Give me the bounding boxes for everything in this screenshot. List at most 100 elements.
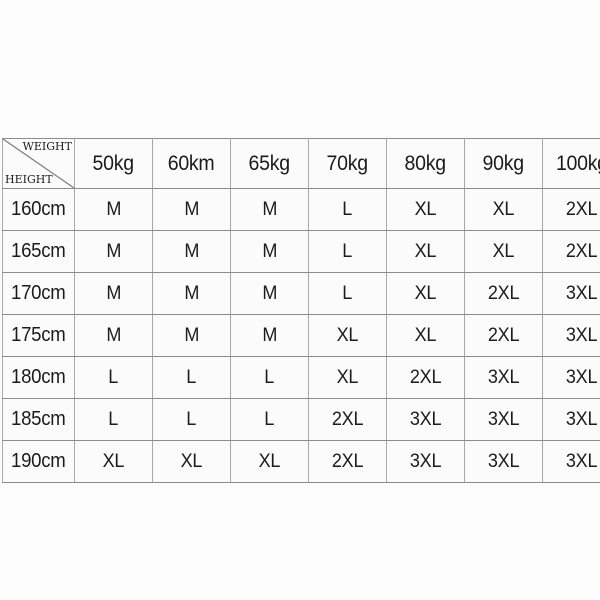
size-cell: M	[152, 314, 231, 357]
size-cell: L	[74, 398, 153, 441]
size-value: 2XL	[409, 366, 442, 388]
size-value: 3XL	[565, 450, 598, 472]
table-row: 185cm L L L 2XL 3XL 3XL 3XL	[2, 398, 600, 441]
size-value: M	[184, 282, 199, 304]
table-row: 180cm L L L XL 2XL 3XL 3XL	[2, 356, 600, 399]
size-value: XL	[414, 282, 437, 304]
size-value: 2XL	[487, 282, 520, 304]
size-value: 3XL	[565, 408, 598, 430]
table-row: 175cm M M M XL XL 2XL 3XL	[2, 314, 600, 357]
row-header-height: 180cm	[2, 356, 75, 399]
size-cell: XL	[386, 230, 465, 273]
size-value: L	[342, 282, 353, 304]
size-cell: 3XL	[542, 314, 600, 357]
size-value: XL	[180, 450, 203, 472]
row-header-label: 185cm	[11, 408, 66, 430]
size-cell: XL	[74, 440, 153, 483]
size-cell: XL	[386, 314, 465, 357]
size-value: 2XL	[331, 408, 364, 430]
size-cell: XL	[464, 188, 543, 231]
size-cell: 3XL	[464, 398, 543, 441]
size-value: M	[184, 240, 199, 262]
size-cell: 3XL	[386, 440, 465, 483]
size-cell: 3XL	[542, 398, 600, 441]
size-cell: M	[74, 188, 153, 231]
size-cell: XL	[308, 356, 387, 399]
size-value: L	[264, 408, 275, 430]
size-cell: M	[230, 188, 309, 231]
row-header-height: 160cm	[2, 188, 75, 231]
size-value: 3XL	[565, 282, 598, 304]
size-cell: 2XL	[464, 314, 543, 357]
table-row: 190cm XL XL XL 2XL 3XL 3XL 3XL	[2, 440, 600, 483]
row-header-height: 190cm	[2, 440, 75, 483]
size-value: M	[106, 324, 121, 346]
size-value: M	[262, 198, 277, 220]
size-cell: XL	[386, 272, 465, 315]
size-cell: L	[230, 398, 309, 441]
table-row: 165cm M M M L XL XL 2XL	[2, 230, 600, 273]
table-body: 160cm M M M L XL XL 2XL 165cm M M M L XL…	[2, 188, 600, 483]
column-header-weight-7: 100kg	[542, 138, 600, 189]
size-value: M	[262, 240, 277, 262]
size-value: 3XL	[487, 450, 520, 472]
size-value: L	[264, 366, 275, 388]
size-value: L	[342, 198, 353, 220]
row-header-height: 175cm	[2, 314, 75, 357]
size-cell: M	[230, 230, 309, 273]
size-value: M	[106, 198, 121, 220]
size-value: L	[186, 408, 197, 430]
size-value: 3XL	[409, 408, 442, 430]
size-value: M	[262, 282, 277, 304]
table-row: 160cm M M M L XL XL 2XL	[2, 188, 600, 231]
size-cell: 3XL	[464, 440, 543, 483]
size-cell: L	[152, 398, 231, 441]
size-cell: 3XL	[542, 440, 600, 483]
size-value: L	[108, 408, 119, 430]
size-value: M	[106, 282, 121, 304]
size-cell: L	[308, 188, 387, 231]
size-value: 3XL	[565, 366, 598, 388]
corner-height-label: HEIGHT	[5, 173, 53, 186]
table-row: 170cm M M M L XL 2XL 3XL	[2, 272, 600, 315]
column-header-weight-5: 80kg	[386, 138, 465, 189]
size-cell: 2XL	[542, 188, 600, 231]
size-value: 2XL	[565, 198, 598, 220]
size-cell: XL	[230, 440, 309, 483]
size-cell: 2XL	[308, 398, 387, 441]
size-value: XL	[414, 324, 437, 346]
size-chart-page: WEIGHT HEIGHT 50kg 60km 65kg 70kg 80kg 9…	[0, 0, 600, 600]
size-cell: 3XL	[542, 272, 600, 315]
size-cell: M	[230, 314, 309, 357]
column-header-label: 100kg	[555, 151, 600, 175]
size-value: 3XL	[487, 408, 520, 430]
column-header-label: 60km	[168, 151, 215, 175]
size-value: 3XL	[565, 324, 598, 346]
size-value: M	[262, 324, 277, 346]
size-cell: 2XL	[308, 440, 387, 483]
size-value: L	[108, 366, 119, 388]
size-cell: L	[74, 356, 153, 399]
size-cell: L	[152, 356, 231, 399]
row-header-height: 165cm	[2, 230, 75, 273]
size-value: XL	[336, 324, 359, 346]
size-value: XL	[258, 450, 281, 472]
column-header-weight-2: 60km	[152, 138, 231, 189]
column-header-label: 90kg	[482, 151, 525, 175]
size-cell: M	[152, 230, 231, 273]
size-cell: 2XL	[542, 230, 600, 273]
size-value: L	[186, 366, 197, 388]
size-value: 3XL	[487, 366, 520, 388]
size-value: M	[184, 324, 199, 346]
size-chart-table: WEIGHT HEIGHT 50kg 60km 65kg 70kg 80kg 9…	[2, 138, 600, 483]
size-cell: XL	[386, 188, 465, 231]
size-cell: M	[152, 188, 231, 231]
size-value: XL	[492, 198, 515, 220]
table-header: WEIGHT HEIGHT 50kg 60km 65kg 70kg 80kg 9…	[2, 138, 600, 189]
size-cell: XL	[464, 230, 543, 273]
size-cell: 3XL	[464, 356, 543, 399]
size-value: M	[106, 240, 121, 262]
size-cell: L	[308, 230, 387, 273]
corner-inner: WEIGHT HEIGHT	[3, 139, 74, 188]
size-value: XL	[414, 240, 437, 262]
